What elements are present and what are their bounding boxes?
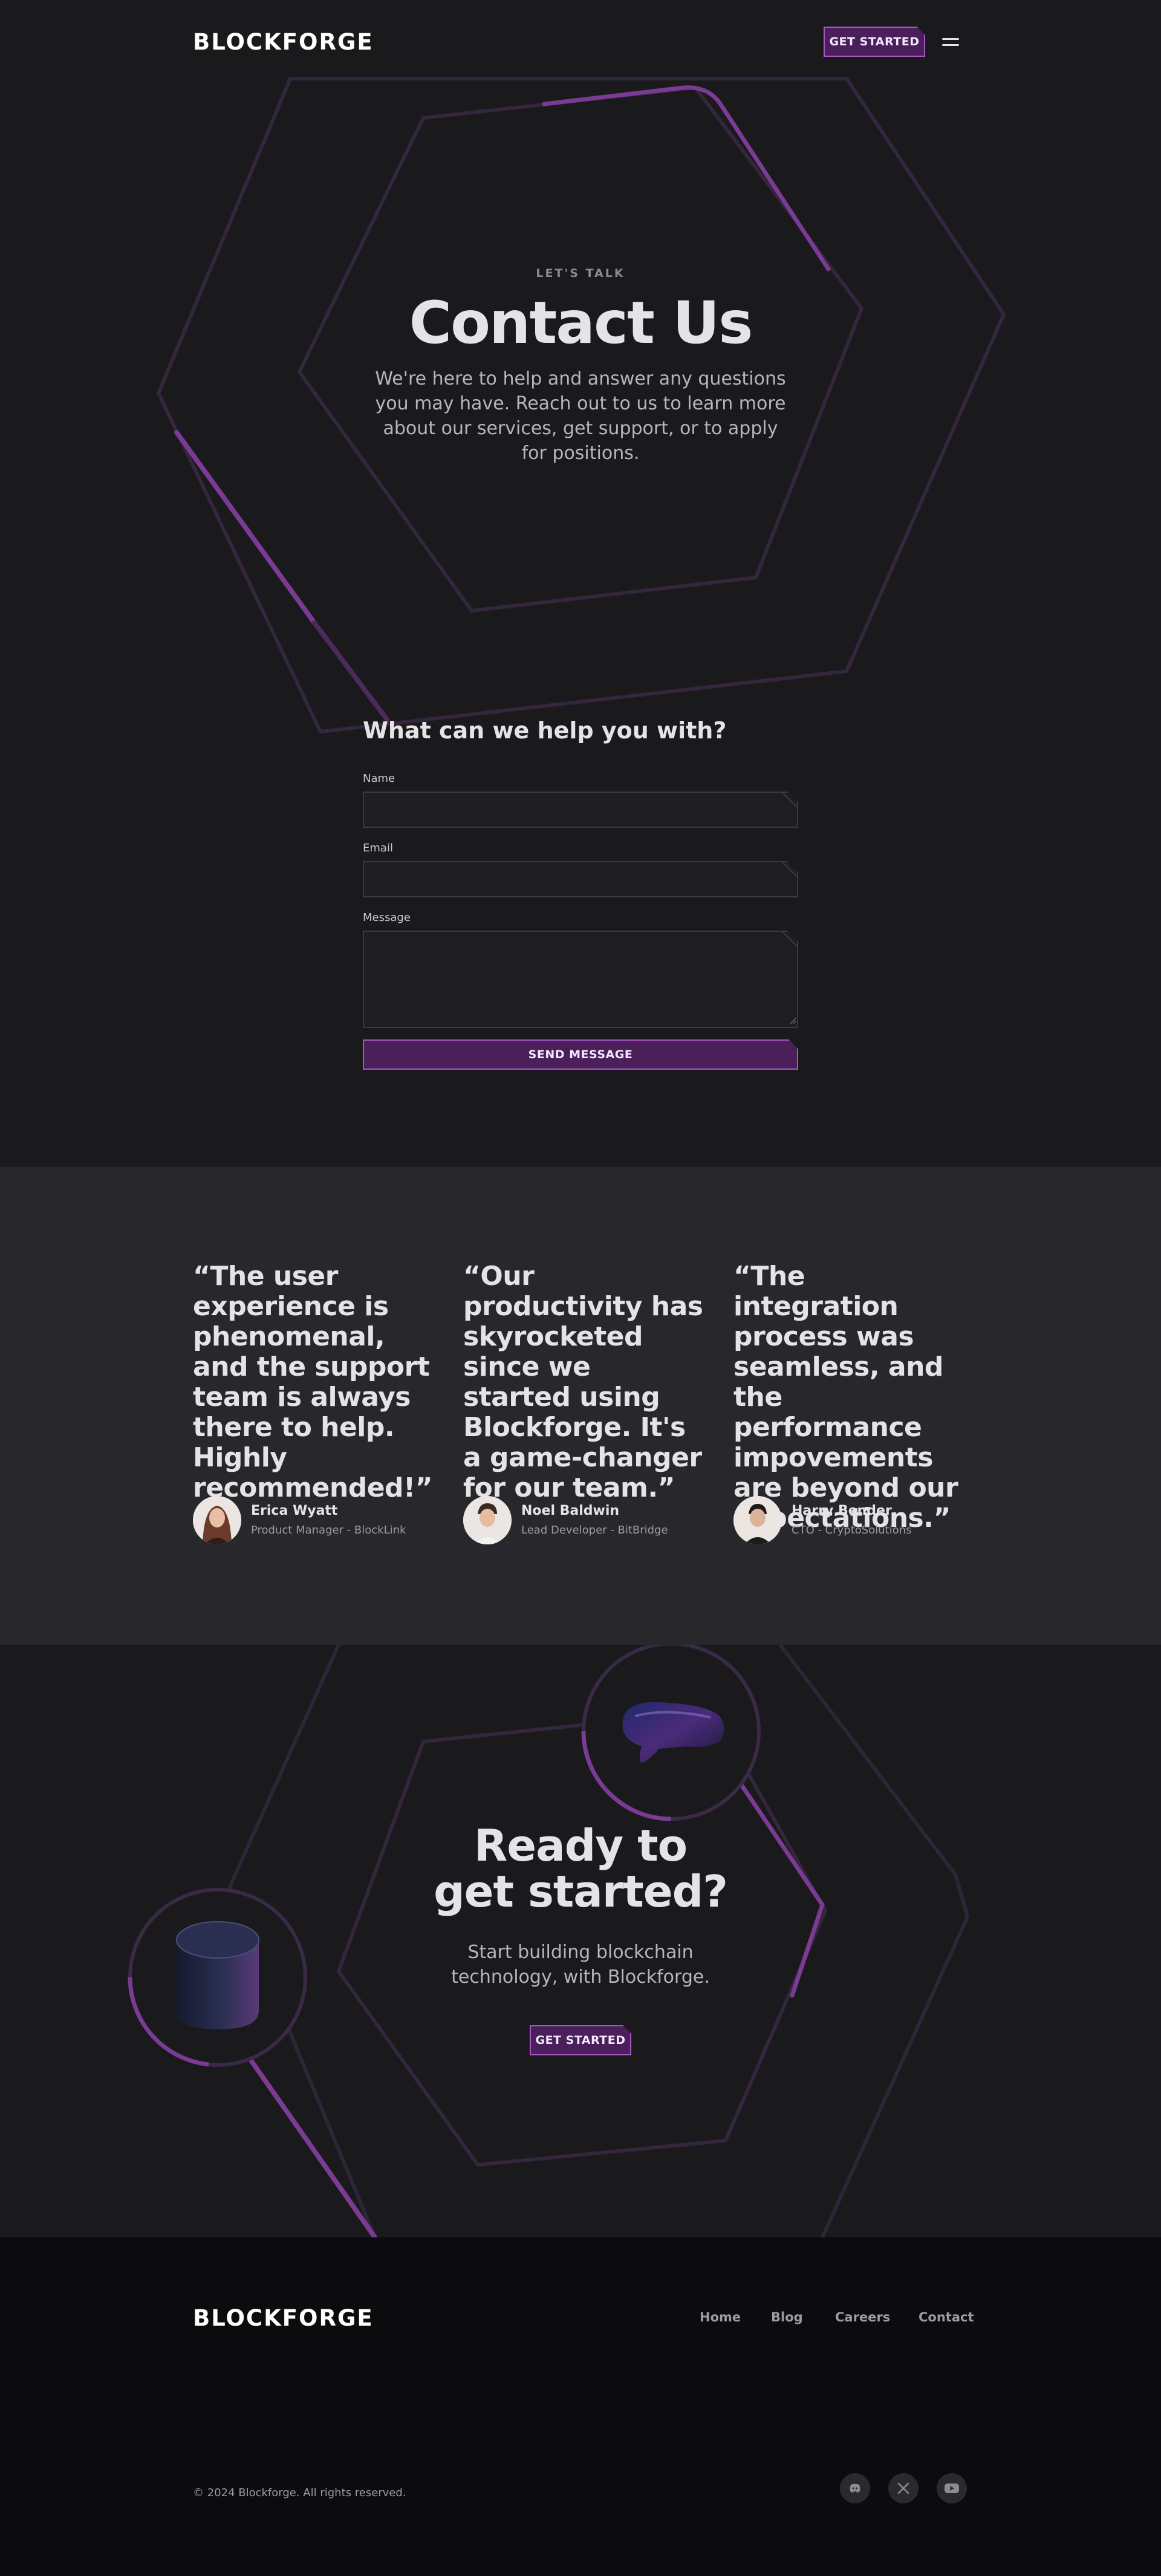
name-field[interactable] <box>363 792 798 828</box>
testimonial-quote: “Our productivity has skyrocketed since … <box>463 1261 703 1503</box>
testimonial-author: Erica Wyatt Product Manager - BlockLink <box>193 1496 435 1546</box>
footer-nav-home[interactable]: Home <box>700 2310 741 2324</box>
cta-subtitle: Start building blockchain technology, wi… <box>451 1942 710 1988</box>
cta-title: Ready to get started? <box>0 1823 1161 1914</box>
cta-section: Ready to get started? Start building blo… <box>0 1645 1161 2237</box>
footer-nav-blog[interactable]: Blog <box>771 2310 803 2324</box>
message-field[interactable] <box>363 931 798 1028</box>
x-twitter-icon[interactable] <box>888 2473 919 2503</box>
email-label: Email <box>363 842 393 854</box>
site-header: BLOCKFORGE GET STARTED <box>0 0 1161 85</box>
avatar <box>733 1496 782 1544</box>
form-title: What can we help you with? <box>363 717 727 744</box>
send-message-button[interactable]: SEND MESSAGE <box>363 1039 798 1070</box>
hero-section: LET'S TALK Contact Us We're here to help… <box>0 0 1161 1167</box>
footer-nav-contact[interactable]: Contact <box>919 2310 974 2324</box>
avatar <box>193 1496 241 1544</box>
testimonial-card: “The integration process was seamless, a… <box>733 1261 975 1534</box>
testimonials-section: “The user experience is phenomenal, and … <box>0 1167 1161 1645</box>
get-started-button[interactable]: GET STARTED <box>530 2025 631 2055</box>
author-name: Noel Baldwin <box>521 1503 620 1518</box>
footer-nav-careers[interactable]: Careers <box>835 2310 890 2324</box>
testimonial-card: “Our productivity has skyrocketed since … <box>463 1261 705 1503</box>
footer-logo[interactable]: BLOCKFORGE <box>193 2305 374 2331</box>
page-title: Contact Us <box>409 289 753 357</box>
youtube-icon[interactable] <box>937 2473 967 2503</box>
author-role: CTO - CryptoSolutions <box>792 1524 912 1537</box>
discord-icon[interactable] <box>840 2473 870 2503</box>
name-label: Name <box>363 772 395 785</box>
author-name: Harry Bender <box>792 1503 892 1518</box>
author-role: Lead Developer - BitBridge <box>521 1524 668 1537</box>
logo[interactable]: BLOCKFORGE <box>193 29 374 55</box>
resize-handle[interactable] <box>790 1018 796 1024</box>
testimonial-card: “The user experience is phenomenal, and … <box>193 1261 435 1503</box>
site-footer: BLOCKFORGE Home Blog Careers Contact © 2… <box>0 2237 1161 2576</box>
testimonial-author: Noel Baldwin Lead Developer - BitBridge <box>463 1496 705 1546</box>
hamburger-menu-icon[interactable] <box>942 34 960 50</box>
hero-subtitle: We're here to help and answer any questi… <box>375 368 786 464</box>
cta-title-line2: get started? <box>434 1866 728 1917</box>
testimonial-quote: “The integration process was seamless, a… <box>733 1261 958 1534</box>
message-label: Message <box>363 911 411 924</box>
copyright: © 2024 Blockforge. All rights reserved. <box>193 2487 406 2499</box>
cta-title-line1: Ready to <box>473 1820 688 1871</box>
testimonial-quote: “The user experience is phenomenal, and … <box>193 1261 433 1503</box>
avatar <box>463 1496 512 1544</box>
email-field[interactable] <box>363 861 798 897</box>
author-name: Erica Wyatt <box>251 1503 338 1518</box>
hero-eyebrow: LET'S TALK <box>536 267 625 280</box>
get-started-button[interactable]: GET STARTED <box>824 27 925 57</box>
author-role: Product Manager - BlockLink <box>251 1524 406 1537</box>
testimonial-author: Harry Bender CTO - CryptoSolutions <box>733 1496 975 1546</box>
